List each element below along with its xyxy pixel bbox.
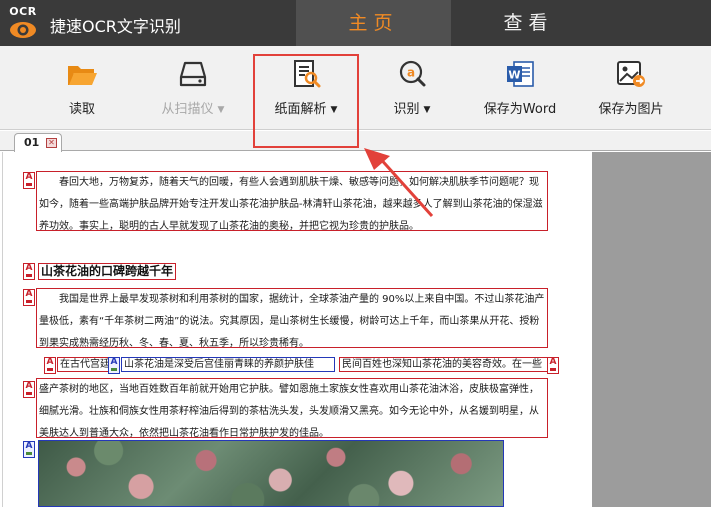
document-tab-strip: 01 ✕ (0, 131, 711, 152)
document-area: A 春回大地，万物复苏，随着天气的回暖，有些人会遇到肌肤干燥、敏感等问题，如何解… (0, 152, 711, 507)
save-image-label: 保存为图片 (598, 102, 664, 117)
document-tab[interactable]: 01 ✕ (14, 133, 62, 152)
scan-label: 从扫描仪 ▼ (161, 102, 225, 117)
document-search-icon (294, 60, 321, 88)
camellia-photo[interactable] (38, 440, 504, 507)
heading-block[interactable]: 山茶花油的口碑跨越千年 (38, 263, 177, 280)
save-word-button[interactable]: W 保存为Word (472, 46, 568, 130)
folder-open-icon (68, 66, 97, 85)
text-block-marker-icon[interactable]: A (23, 263, 35, 280)
scan-button[interactable]: 从扫描仪 ▼ (145, 46, 241, 130)
app-title: 捷速OCR文字识别 (50, 17, 181, 36)
paper-analysis-label: 纸面解析 ▼ (274, 102, 338, 117)
recognize-label: 识别 ▼ (393, 102, 431, 117)
text-block-2[interactable]: 我国是世界上最早发现茶树和利用茶树的国家，据统计，全球茶油产量的 90%以上来自… (36, 288, 548, 348)
svg-text:W: W (508, 69, 520, 82)
chevron-down-icon: ▼ (423, 105, 431, 115)
image-save-icon (617, 61, 645, 87)
read-label: 读取 (68, 102, 95, 117)
text-block-1[interactable]: 春回大地，万物复苏，随着天气的回暖，有些人会遇到肌肤干燥、敏感等问题，如何解决肌… (36, 171, 548, 231)
word-icon: W (507, 61, 534, 87)
toolbar: 读取 从扫描仪 ▼ 纸面解析 ▼ a 识别 ▼ W 保存为Word 保存为图片 (0, 46, 711, 130)
text-block-marker-icon[interactable]: A (23, 172, 35, 189)
close-icon[interactable]: ✕ (46, 138, 57, 148)
image-block-marker-icon[interactable]: A (23, 441, 35, 458)
read-button[interactable]: 读取 (42, 46, 122, 130)
app-logo: OCR (5, 5, 41, 41)
chevron-down-icon: ▼ (217, 105, 225, 115)
recognize-icon: a (399, 60, 426, 87)
document-tab-label: 01 (24, 136, 40, 149)
text-block-marker-icon[interactable]: A (547, 357, 559, 374)
image-block-marker-icon[interactable]: A (108, 357, 120, 374)
text-block-3a[interactable]: 在古代宫廷 (57, 357, 113, 372)
tab-home[interactable]: 主页 (296, 0, 451, 46)
scanner-icon (179, 61, 207, 87)
recognize-button[interactable]: a 识别 ▼ (372, 46, 452, 130)
svg-text:a: a (407, 66, 415, 80)
save-image-button[interactable]: 保存为图片 (584, 46, 678, 130)
text-block-4[interactable]: 盛产茶树的地区，当地百姓数百年前就开始用它护肤。譬如恩施土家族女性喜欢用山茶花油… (36, 378, 548, 438)
tab-view[interactable]: 查看 (451, 0, 606, 46)
text-block-marker-icon[interactable]: A (23, 381, 35, 398)
text-block-marker-icon[interactable]: A (23, 289, 35, 306)
text-block-3b[interactable]: 山茶花油是深受后宫佳丽青睐的养颜护肤佳品。 (121, 357, 335, 372)
side-panel (592, 152, 711, 507)
chevron-down-icon: ▼ (330, 105, 338, 115)
title-bar: OCR 捷速OCR文字识别 主页 查看 (0, 0, 711, 46)
eye-icon (10, 22, 36, 38)
save-word-label: 保存为Word (483, 102, 557, 117)
document-page: A 春回大地，万物复苏，随着天气的回暖，有些人会遇到肌肤干燥、敏感等问题，如何解… (2, 152, 592, 507)
text-block-marker-icon[interactable]: A (44, 357, 56, 374)
paper-analysis-button[interactable]: 纸面解析 ▼ (256, 46, 356, 130)
text-block-3c[interactable]: 民间百姓也深知山茶花油的美容奇效。在一些 (339, 357, 549, 372)
